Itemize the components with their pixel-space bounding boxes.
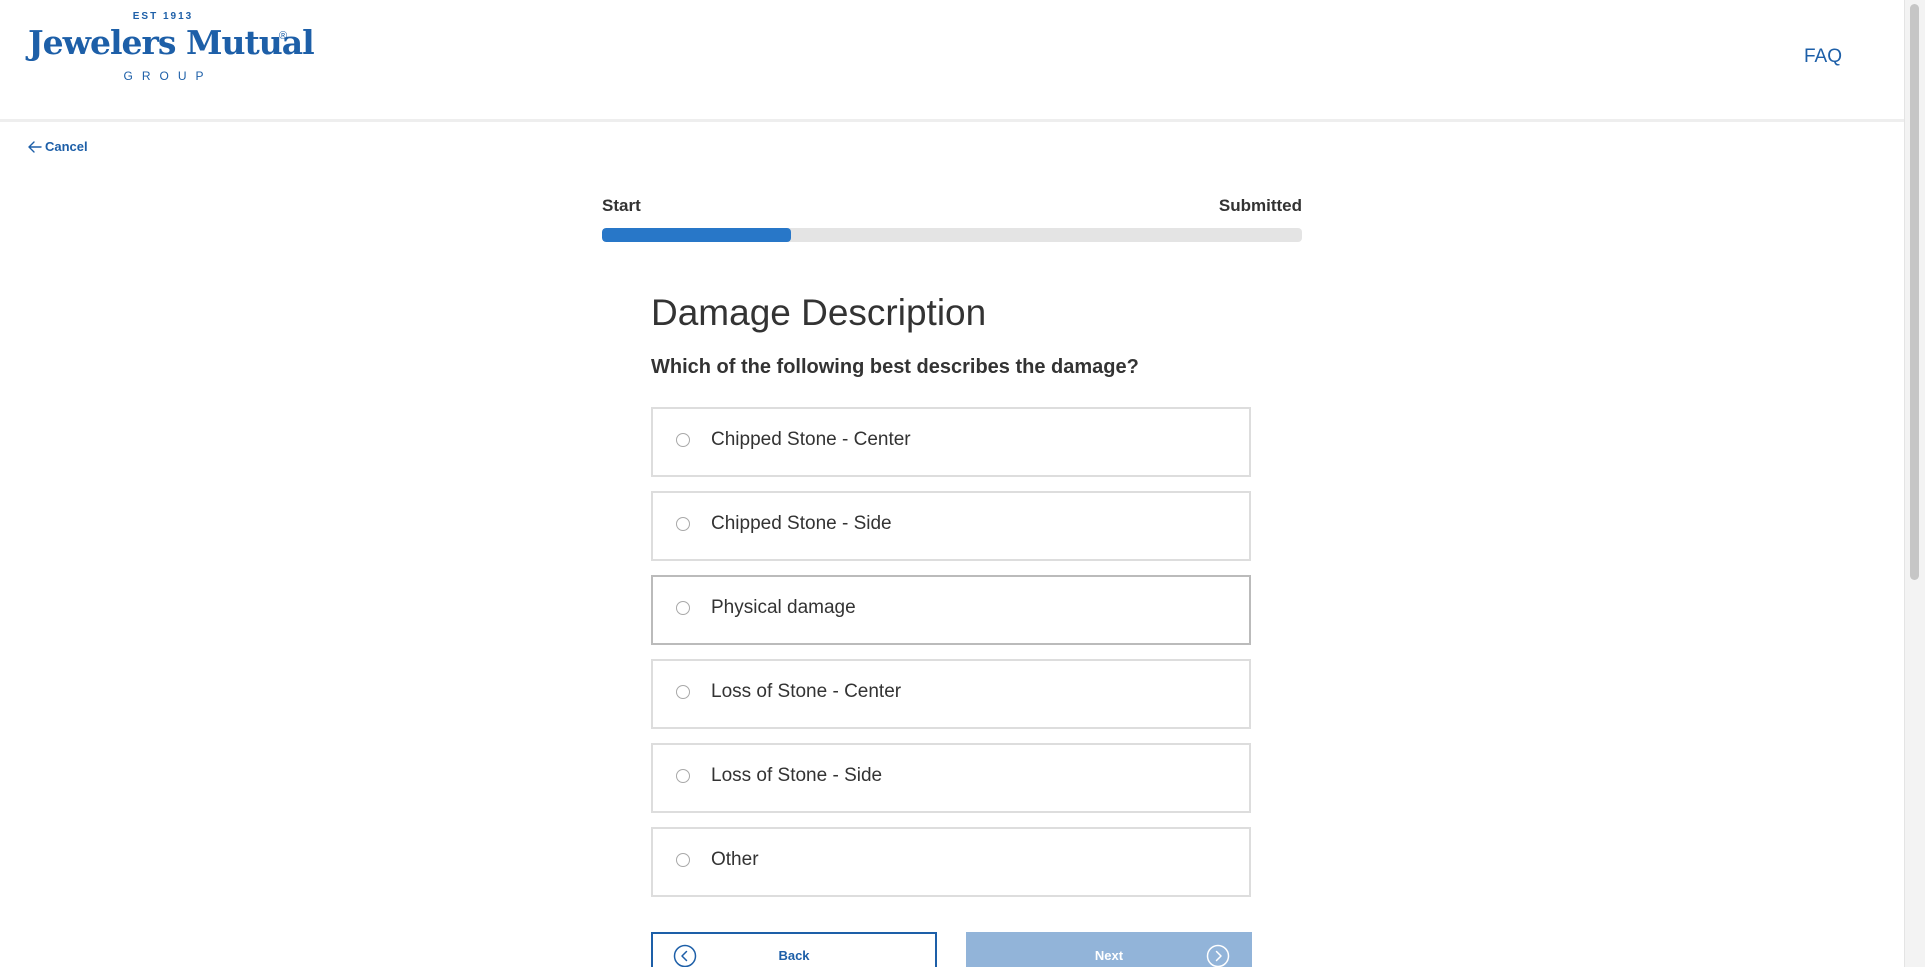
option-chipped-stone-side[interactable]: Chipped Stone - Side xyxy=(651,491,1251,561)
next-button[interactable]: Next xyxy=(966,932,1252,967)
radio-icon[interactable] xyxy=(676,853,690,867)
radio-icon[interactable] xyxy=(676,685,690,699)
radio-icon[interactable] xyxy=(676,601,690,615)
cancel-label: Cancel xyxy=(45,139,88,154)
faq-link[interactable]: FAQ xyxy=(1804,46,1842,68)
option-label: Loss of Stone - Center xyxy=(711,681,902,702)
progress-start-label: Start xyxy=(602,196,641,215)
progress-bar-fill xyxy=(602,228,791,242)
option-physical-damage[interactable]: Physical damage xyxy=(651,575,1251,645)
arrow-left-icon xyxy=(28,140,42,153)
chevron-right-circle-icon xyxy=(1206,944,1230,967)
logo-est-text: EST 1913 xyxy=(132,11,194,22)
progress-bar xyxy=(602,228,1302,242)
cancel-link[interactable]: Cancel xyxy=(28,139,88,154)
option-label: Physical damage xyxy=(711,597,856,618)
back-button[interactable]: Back xyxy=(651,932,937,967)
scrollbar-thumb[interactable] xyxy=(1910,4,1919,580)
option-loss-of-stone-center[interactable]: Loss of Stone - Center xyxy=(651,659,1251,729)
claim-page: EST 1913 Jewelers Mutual ® GROUP FAQ Can… xyxy=(0,0,1925,967)
logo-group-text: GROUP xyxy=(123,69,213,83)
radio-icon[interactable] xyxy=(676,517,690,531)
option-label: Loss of Stone - Side xyxy=(711,765,883,786)
damage-options: Chipped Stone - Center Chipped Stone - S… xyxy=(651,407,1251,911)
radio-icon[interactable] xyxy=(676,769,690,783)
option-label: Chipped Stone - Center xyxy=(711,429,911,450)
option-other[interactable]: Other xyxy=(651,827,1251,897)
back-button-label: Back xyxy=(778,948,810,963)
option-label: Chipped Stone - Side xyxy=(711,513,892,534)
site-header: EST 1913 Jewelers Mutual ® GROUP FAQ xyxy=(0,0,1904,122)
logo-wordmark: Jewelers Mutual xyxy=(28,23,315,62)
option-loss-of-stone-side[interactable]: Loss of Stone - Side xyxy=(651,743,1251,813)
option-chipped-stone-center[interactable]: Chipped Stone - Center xyxy=(651,407,1251,477)
logo-registered-mark: ® xyxy=(279,30,288,42)
page-title: Damage Description xyxy=(651,292,987,333)
page-scrollbar[interactable] xyxy=(1904,0,1925,967)
progress-end-label: Submitted xyxy=(1218,196,1302,215)
option-label: Other xyxy=(711,849,759,870)
progress-labels: Start Submitted xyxy=(602,196,1302,218)
jewelers-mutual-logo[interactable]: EST 1913 Jewelers Mutual ® GROUP xyxy=(28,11,315,85)
radio-icon[interactable] xyxy=(676,433,690,447)
question-text: Which of the following best describes th… xyxy=(651,356,1139,378)
